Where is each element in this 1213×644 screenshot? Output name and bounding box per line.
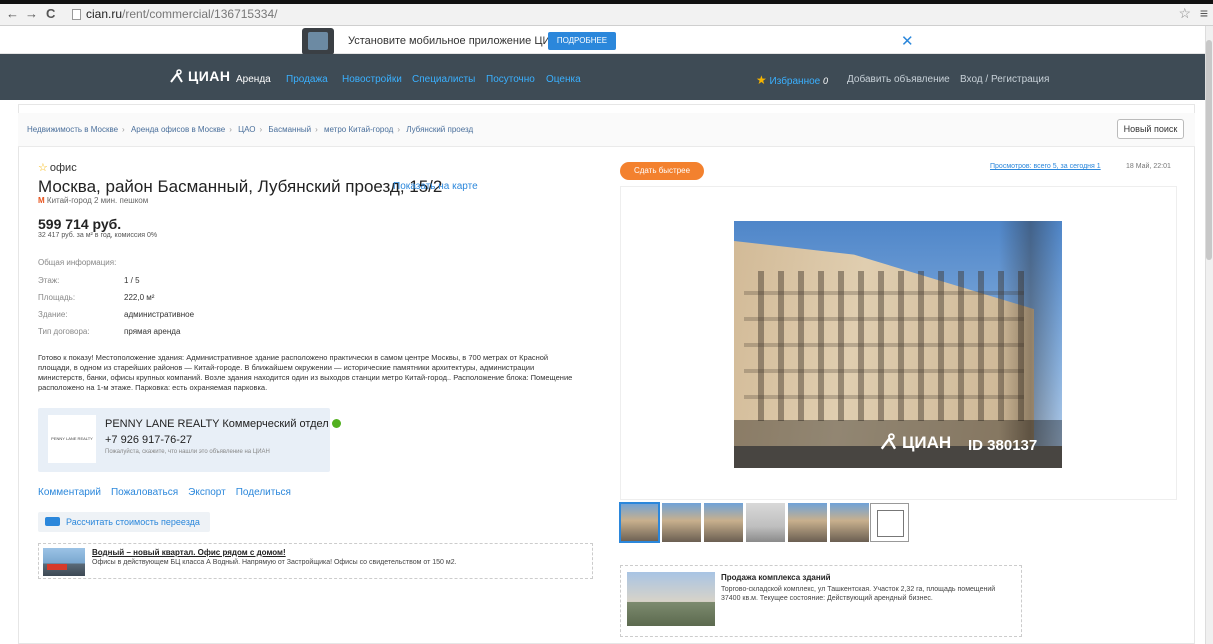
info-value: прямая аренда	[124, 327, 181, 336]
favorites-link[interactable]: ★ Избранное 0	[756, 73, 828, 87]
calc-moving-cost-button[interactable]: Рассчитать стоимость переезда	[38, 512, 210, 532]
info-label: Здание:	[38, 310, 68, 319]
ad-title[interactable]: Водный – новый квартал. Офис рядом с дом…	[92, 548, 286, 557]
breadcrumb-separator: ›	[122, 125, 125, 134]
breadcrumb-item[interactable]: Лубянский проезд	[406, 125, 473, 134]
url-path: /rent/commercial/136715334/	[122, 7, 278, 21]
breadcrumb-separator: ›	[397, 125, 400, 134]
ad-image[interactable]	[43, 548, 85, 576]
back-icon[interactable]: ←	[6, 7, 19, 20]
price-details: 32 417 руб. за м² в год, комиссия 0%	[38, 232, 158, 239]
ad-text: Офисы в действующем БЦ класса А Водный. …	[92, 559, 457, 566]
price: 599 714 руб.	[38, 216, 122, 232]
breadcrumb-item[interactable]: Недвижимость в Москве	[27, 125, 118, 134]
info-label: Тип договора:	[38, 327, 90, 336]
breadcrumb-item[interactable]: метро Китай-город	[324, 125, 393, 134]
thumbnail[interactable]	[830, 503, 869, 542]
login-link[interactable]: Вход / Регистрация	[960, 74, 1049, 85]
add-listing-link[interactable]: Добавить объявление	[847, 74, 950, 85]
watermark-logo: ЦИАН	[880, 433, 951, 453]
agent-logo[interactable]: PENNY LANE REALTY	[48, 415, 96, 463]
thumbnail[interactable]	[746, 503, 785, 542]
share-link[interactable]: Поделиться	[236, 487, 291, 498]
comment-link[interactable]: Комментарий	[38, 487, 101, 498]
breadcrumb-separator: ›	[229, 125, 232, 134]
nav-sale[interactable]: Продажа	[286, 74, 328, 85]
nav-specialists[interactable]: Специалисты	[412, 74, 475, 85]
breadcrumb-separator: ›	[259, 125, 263, 134]
info-heading: Общая информация:	[38, 258, 117, 267]
breadcrumb-item[interactable]: ЦАО	[238, 125, 255, 134]
thumbnail[interactable]	[662, 503, 701, 542]
scrollbar-thumb[interactable]	[1206, 40, 1212, 260]
listing-category: ☆ офис	[38, 161, 77, 174]
breadcrumb-item[interactable]: Басманный	[268, 125, 311, 134]
ad-title[interactable]: Продажа комплекса зданий	[721, 573, 831, 582]
thumbnail-floorplan[interactable]	[870, 503, 909, 542]
address-bar[interactable]: cian.ru/rent/commercial/136715334/	[72, 7, 277, 21]
nav-valuation[interactable]: Оценка	[546, 74, 581, 85]
info-value: административное	[124, 310, 195, 319]
breadcrumb-item[interactable]: Аренда офисов в Москве	[131, 125, 225, 134]
new-search-button[interactable]: Новый поиск	[1117, 119, 1184, 139]
info-value: 1 / 5	[124, 276, 140, 285]
window-top-edge	[0, 0, 1213, 4]
reload-icon[interactable]: C	[46, 7, 55, 20]
info-label: Площадь:	[38, 293, 76, 302]
browser-menu-icon[interactable]: ≡	[1200, 5, 1208, 21]
favorites-label: Избранное	[769, 76, 821, 87]
forward-icon[interactable]: →	[25, 7, 38, 20]
thumbnail[interactable]	[619, 502, 660, 543]
ad-image[interactable]	[627, 572, 715, 626]
watermark-id: ID 380137	[968, 437, 1038, 454]
info-label: Этаж:	[38, 276, 60, 285]
agent-name-text: PENNY LANE REALTY Коммерческий отдел	[105, 418, 329, 430]
bookmark-star-icon[interactable]: ☆	[1178, 5, 1191, 22]
breadcrumb-separator: ›	[315, 125, 318, 134]
metro-icon: M	[38, 196, 45, 205]
url-host: cian.ru	[86, 7, 123, 21]
listing-date: 18 Май, 22:01	[1126, 163, 1171, 170]
metro-info: M Китай-город 2 мин. пешком	[38, 196, 148, 205]
close-icon[interactable]: ✕	[901, 32, 914, 50]
metro-text: Китай-город 2 мин. пешком	[46, 196, 149, 205]
page-icon	[72, 9, 81, 20]
agent-phone[interactable]: +7 926 917-76-27	[105, 434, 192, 446]
show-map-link[interactable]: Показать на карте	[393, 181, 478, 192]
app-details-button[interactable]: ПОДРОБНЕЕ	[548, 32, 616, 50]
truck-icon	[45, 517, 60, 526]
agent-name[interactable]: PENNY LANE REALTY Коммерческий отдел	[105, 418, 341, 430]
info-value: 222,0 м²	[124, 293, 155, 302]
listing-description: Готово к показу! Местоположение здания: …	[38, 353, 573, 392]
star-icon: ★	[756, 73, 767, 87]
breadcrumb: Недвижимость в Москве › Аренда офисов в М…	[27, 125, 473, 134]
thumbnail[interactable]	[704, 503, 743, 542]
category-label: офис	[49, 162, 77, 174]
listing-actions: Комментарий Пожаловаться Экспорт Поделиться	[38, 487, 301, 498]
nav-daily[interactable]: Посуточно	[486, 74, 535, 85]
logo-icon	[170, 69, 183, 83]
favorites-count: 0	[823, 76, 829, 86]
logo-text: ЦИАН	[188, 68, 231, 84]
app-banner-text: Установите мобильное приложение ЦИАН	[348, 35, 566, 47]
nav-rent[interactable]: Аренда	[236, 74, 271, 85]
favorite-star-icon[interactable]: ☆	[38, 162, 48, 174]
photo-windows	[744, 271, 1024, 421]
watermark-logo-text: ЦИАН	[902, 433, 952, 452]
ad-text: Торгово-складской комплекс, ул Ташкентск…	[721, 586, 996, 602]
cian-logo[interactable]: ЦИАН	[170, 68, 231, 84]
listing-title: Москва, район Басманный, Лубянский проез…	[38, 177, 443, 196]
agent-note: Пожалуйста, скажите, что нашли это объяв…	[105, 449, 270, 455]
logo-icon	[880, 433, 897, 450]
export-link[interactable]: Экспорт	[188, 487, 226, 498]
nav-newbuild[interactable]: Новостройки	[342, 74, 402, 85]
verified-badge-icon	[331, 419, 341, 428]
views-counter[interactable]: Просмотров: всего 5, за сегодня 1	[990, 163, 1101, 170]
rent-faster-button[interactable]: Сдать быстрее	[620, 162, 704, 180]
phone-app-icon	[302, 28, 334, 55]
thumbnail[interactable]	[788, 503, 827, 542]
report-link[interactable]: Пожаловаться	[111, 487, 178, 498]
